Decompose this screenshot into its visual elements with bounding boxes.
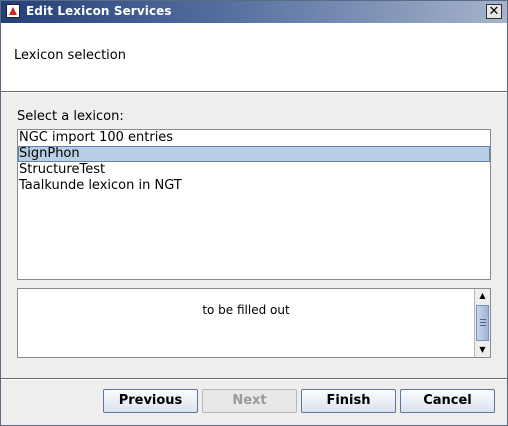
page-title: Lexicon selection	[14, 48, 126, 63]
window-title: Edit Lexicon Services	[26, 4, 172, 18]
footer-divider-highlight	[1, 379, 507, 380]
description-scrollbar[interactable]: ▲ ▼	[474, 289, 490, 357]
description-panel: to be filled out ▲ ▼	[17, 288, 491, 358]
title-bar[interactable]: Edit Lexicon Services ✕	[1, 1, 507, 23]
previous-button[interactable]: Previous	[103, 389, 198, 413]
grip-line-icon	[480, 319, 486, 320]
select-lexicon-label: Select a lexicon:	[17, 109, 124, 124]
close-button[interactable]: ✕	[486, 4, 502, 19]
next-button[interactable]: Next	[202, 389, 297, 413]
list-item-taalkunde[interactable]: Taalkunde lexicon in NGT	[18, 178, 490, 194]
dialog-window: Edit Lexicon Services ✕ Lexicon selectio…	[0, 0, 508, 426]
grip-line-icon	[480, 322, 486, 323]
cancel-button[interactable]: Cancel	[400, 389, 495, 413]
header-divider	[1, 92, 507, 93]
scroll-up-arrow-icon[interactable]: ▲	[476, 290, 489, 302]
scroll-thumb[interactable]	[476, 305, 489, 341]
list-item-signphon[interactable]: SignPhon	[18, 146, 490, 162]
header-panel: Lexicon selection	[1, 23, 507, 92]
scroll-down-arrow-icon[interactable]: ▼	[476, 344, 489, 356]
description-text: to be filled out	[202, 303, 290, 317]
list-item-ngc-import[interactable]: NGC import 100 entries	[18, 130, 490, 146]
grip-line-icon	[480, 325, 486, 326]
lexicon-list[interactable]: NGC import 100 entries SignPhon Structur…	[17, 129, 491, 280]
app-icon	[6, 4, 20, 18]
list-item-structuretest[interactable]: StructureTest	[18, 162, 490, 178]
finish-button[interactable]: Finish	[301, 389, 396, 413]
